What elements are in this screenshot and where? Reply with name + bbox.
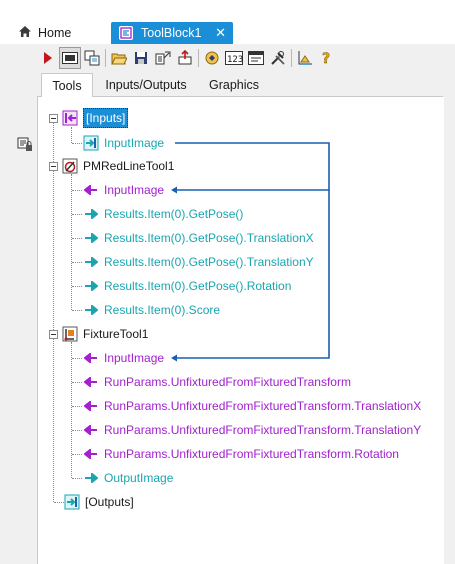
tree-leaf[interactable]: Results.Item(0).Score	[83, 301, 220, 319]
output-arrow-icon	[83, 278, 99, 294]
input-arrow-icon	[83, 350, 99, 366]
pattern-tool-icon	[62, 158, 78, 174]
input-terminal-icon	[62, 110, 78, 126]
tree-leaf-label: RunParams.UnfixturedFromFixturedTransfor…	[104, 423, 422, 437]
output-arrow-icon	[83, 470, 99, 486]
output-arrow-icon	[83, 206, 99, 222]
input-arrow-icon	[83, 374, 99, 390]
output-arrow-icon	[83, 302, 99, 318]
tree-leaf[interactable]: Results.Item(0).GetPose().TranslationY	[83, 253, 314, 271]
tree-node-label: PMRedLineTool1	[83, 159, 175, 173]
tree-leaf-label: OutputImage	[104, 471, 174, 485]
tree-leaf[interactable]: RunParams.UnfixturedFromFixturedTransfor…	[83, 373, 351, 391]
input-arrow-icon	[83, 446, 99, 462]
tree-leaf-label: RunParams.UnfixturedFromFixturedTransfor…	[104, 375, 351, 389]
fixture-tool-icon	[62, 326, 78, 342]
input-arrow-icon	[83, 398, 99, 414]
tree-leaf-label: RunParams.UnfixturedFromFixturedTransfor…	[104, 399, 422, 413]
tree-leaf-label: Results.Item(0).GetPose().TranslationY	[104, 255, 314, 269]
tree-leaf-label: RunParams.UnfixturedFromFixturedTransfor…	[104, 447, 399, 461]
tree-leaf-label: InputImage	[104, 351, 165, 365]
tree-leaf-label: Results.Item(0).Score	[104, 303, 221, 317]
tree-leaf[interactable]: InputImage	[83, 349, 164, 367]
tree-leaf-label: Results.Item(0).GetPose().Rotation	[104, 279, 292, 293]
output-terminal-icon	[64, 494, 80, 510]
tree-leaf[interactable]: InputImage	[83, 134, 164, 152]
tree-node-label: [Outputs]	[85, 495, 134, 509]
tree-node-fixture[interactable]: FixtureTool1	[62, 325, 148, 343]
tree-node-label: [Inputs]	[83, 108, 129, 128]
tree-leaf[interactable]: Results.Item(0).GetPose().Rotation	[83, 277, 291, 295]
tree-node-inputs[interactable]: [Inputs]	[62, 108, 129, 128]
tree-leaf[interactable]: InputImage	[83, 181, 164, 199]
input-arrow-icon	[83, 182, 99, 198]
tree-leaf[interactable]: Results.Item(0).GetPose()	[83, 205, 243, 223]
tree-leaf-label: Results.Item(0).GetPose()	[104, 207, 244, 221]
tree-leaf-label: Results.Item(0).GetPose().TranslationX	[104, 231, 314, 245]
output-arrow-icon	[83, 254, 99, 270]
output-arrow-icon	[83, 230, 99, 246]
input-arrow-icon	[83, 422, 99, 438]
tree-node-outputs[interactable]: [Outputs]	[64, 493, 134, 511]
tree-node-pmredline[interactable]: PMRedLineTool1	[62, 157, 174, 175]
tree-leaf[interactable]: RunParams.UnfixturedFromFixturedTransfor…	[83, 421, 421, 439]
tree-node-label: FixtureTool1	[83, 327, 149, 341]
output-terminal-icon	[83, 135, 99, 151]
tree-leaf-label: InputImage	[104, 183, 165, 197]
tree-leaf[interactable]: OutputImage	[83, 469, 173, 487]
tree-leaf-label: InputImage	[104, 136, 165, 150]
tree-leaf[interactable]: RunParams.UnfixturedFromFixturedTransfor…	[83, 397, 421, 415]
tree-leaf[interactable]: Results.Item(0).GetPose().TranslationX	[83, 229, 314, 247]
tree-leaf[interactable]: RunParams.UnfixturedFromFixturedTransfor…	[83, 445, 399, 463]
